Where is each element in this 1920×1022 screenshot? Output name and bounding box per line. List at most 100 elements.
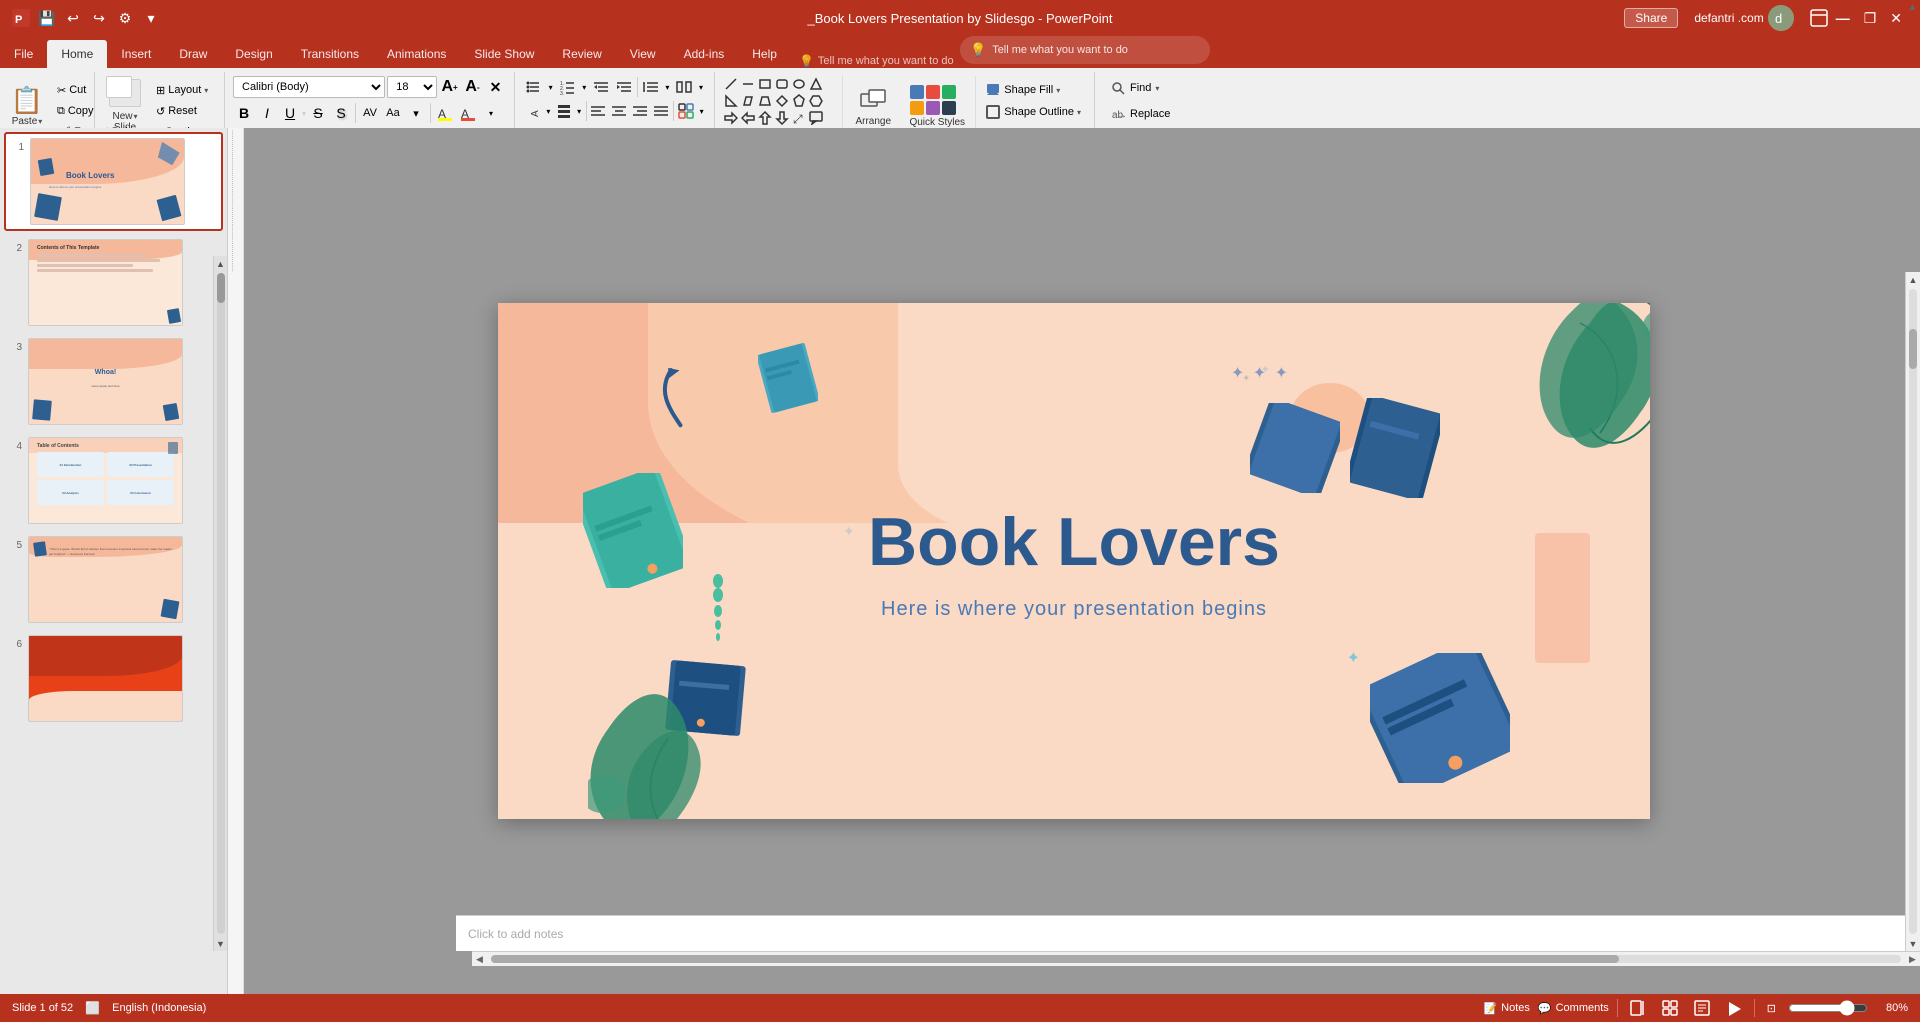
tab-help[interactable]: Help <box>738 40 791 68</box>
slide-accessibility-icon[interactable]: ⬜ <box>85 1001 100 1015</box>
align-text-button[interactable] <box>554 100 574 122</box>
tab-review[interactable]: Review <box>548 40 615 68</box>
ribbon-display-icon[interactable] <box>1810 9 1828 27</box>
tab-insert[interactable]: Insert <box>107 40 165 68</box>
tab-view[interactable]: View <box>616 40 670 68</box>
scroll-left-arrow[interactable]: ◀ <box>472 952 487 967</box>
align-right-button[interactable] <box>630 100 650 122</box>
text-highlight-button[interactable]: A <box>434 102 456 124</box>
shape-line2-btn[interactable] <box>740 76 756 92</box>
italic-button[interactable]: I <box>256 102 278 124</box>
slide-panel[interactable]: 1 Book Lovers Here is where your present… <box>0 128 228 994</box>
bold-button[interactable]: B <box>233 102 255 124</box>
shape-trapezoid-btn[interactable] <box>757 93 773 109</box>
shape-fill-button[interactable]: Shape Fill ▾ <box>980 80 1086 100</box>
notes-bar[interactable]: Click to add notes <box>456 915 1905 951</box>
slide-thumbnail-5[interactable]: 5 "This is a quote. Words full of wisdom… <box>4 532 223 627</box>
shape-pentagon-btn[interactable] <box>791 93 807 109</box>
strikethrough-button[interactable]: S <box>307 102 329 124</box>
slide-panel-scroll-down[interactable]: ▼ <box>213 936 228 951</box>
v-scroll-thumb[interactable] <box>1909 329 1917 369</box>
numbering-button[interactable]: 1.2.3. <box>557 76 579 98</box>
scroll-down-arrow[interactable]: ▼ <box>1906 936 1920 951</box>
customize-qat-icon[interactable]: ⚙ <box>116 9 134 27</box>
normal-view-button[interactable] <box>1626 996 1650 1020</box>
tab-animations[interactable]: Animations <box>373 40 460 68</box>
fit-slide-button[interactable]: ⊡ <box>1763 1000 1780 1017</box>
comments-button[interactable]: 💬 Comments <box>1538 1002 1609 1015</box>
underline-button[interactable]: U <box>279 102 301 124</box>
slide-canvas[interactable]: ✦ ✦ ✦ <box>498 303 1650 819</box>
minimize-button[interactable]: — <box>1830 8 1856 28</box>
text-direction-dd-button[interactable]: ▾ <box>544 100 553 122</box>
undo-icon[interactable]: ↩ <box>64 9 82 27</box>
columns-button[interactable] <box>673 76 695 98</box>
save-icon[interactable]: 💾 <box>38 9 56 27</box>
text-direction-button[interactable]: A <box>523 100 543 122</box>
shape-diamond-btn[interactable] <box>774 93 790 109</box>
horizontal-scrollbar[interactable]: ◀ ▶ <box>472 951 1920 966</box>
redo-icon[interactable]: ↪ <box>90 9 108 27</box>
shape-line-btn[interactable] <box>723 76 739 92</box>
tab-file[interactable]: File <box>0 40 47 68</box>
shape-up-arrow-btn[interactable] <box>757 110 773 126</box>
shape-rect-btn[interactable] <box>757 76 773 92</box>
reading-view-button[interactable] <box>1690 996 1714 1020</box>
increase-font-size-button[interactable]: A+ <box>439 76 460 98</box>
clear-format-button[interactable]: ✕ <box>485 76 506 98</box>
collapse-ribbon-button[interactable]: ▲ <box>1905 0 1920 96</box>
quick-styles-button[interactable]: Quick Styles <box>903 76 971 136</box>
h-scroll-track[interactable] <box>491 955 1901 963</box>
shape-left-arrow-btn[interactable] <box>740 110 756 126</box>
convert-to-smartart-dd-button[interactable]: ▾ <box>697 100 706 122</box>
font-color-dd-button[interactable]: ▾ <box>480 102 502 124</box>
scroll-up-arrow[interactable]: ▲ <box>1906 272 1920 287</box>
h-scroll-thumb[interactable] <box>491 955 1619 963</box>
shape-ellipse-btn[interactable] <box>791 76 807 92</box>
convert-to-smartart-button[interactable] <box>676 100 696 122</box>
language-display[interactable]: English (Indonesia) <box>112 1002 206 1014</box>
bullets-button[interactable] <box>523 76 545 98</box>
shape-right-triangle-btn[interactable] <box>723 93 739 109</box>
tab-slideshow[interactable]: Slide Show <box>460 40 548 68</box>
zoom-slider[interactable] <box>1788 1000 1868 1016</box>
font-color-button[interactable]: A <box>457 102 479 124</box>
slide-thumbnail-1[interactable]: 1 Book Lovers Here is where your present… <box>4 132 223 231</box>
tell-me-tab-search[interactable]: 💡 Tell me what you want to do <box>791 54 962 68</box>
justify-button[interactable] <box>651 100 671 122</box>
reset-button[interactable]: ↺ Reset <box>151 101 214 121</box>
tab-design[interactable]: Design <box>221 40 286 68</box>
line-spacing-dd-button[interactable]: ▾ <box>662 76 672 98</box>
decrease-font-size-button[interactable]: A- <box>462 76 483 98</box>
tab-addins[interactable]: Add-ins <box>670 40 739 68</box>
slide-thumbnail-6[interactable]: 6 <box>4 631 223 726</box>
share-button[interactable]: Share <box>1624 8 1678 28</box>
replace-button[interactable]: ab→ Replace <box>1103 102 1217 126</box>
align-center-button[interactable] <box>609 100 629 122</box>
v-scroll-track[interactable] <box>1909 289 1917 934</box>
paste-button[interactable]: 📋 Paste ▾ <box>6 76 48 136</box>
change-case-button[interactable]: Aa <box>382 102 404 124</box>
align-left-button[interactable] <box>588 100 608 122</box>
shape-parallelogram-btn[interactable] <box>740 93 756 109</box>
new-slide-button[interactable]: New ▾ Slide <box>103 76 147 136</box>
slide-thumbnail-3[interactable]: 3 Whoa! some quote text here <box>4 334 223 429</box>
vertical-scrollbar[interactable]: ▲ ▼ <box>1905 272 1920 951</box>
shape-rounded-rect-btn[interactable] <box>774 76 790 92</box>
columns-dd-button[interactable]: ▾ <box>696 76 706 98</box>
slide-sorter-button[interactable] <box>1658 996 1682 1020</box>
layout-button[interactable]: ⊞ Layout ▾ <box>151 80 214 100</box>
find-button[interactable]: Find ▾ <box>1103 76 1217 100</box>
slide-thumbnail-2[interactable]: 2 Contents of This Template <box>4 235 223 330</box>
char-spacing-button[interactable]: AV <box>359 102 381 124</box>
increase-indent-button[interactable] <box>613 76 635 98</box>
slide-panel-scrollbar[interactable]: ▲ ▼ <box>213 256 228 951</box>
shape-isosceles-triangle-btn[interactable] <box>808 76 824 92</box>
change-case-dd-button[interactable]: ▾ <box>405 102 427 124</box>
shape-down-arrow-btn[interactable] <box>774 110 790 126</box>
align-text-dd-button[interactable]: ▾ <box>575 100 584 122</box>
tab-home[interactable]: Home <box>47 40 107 68</box>
arrange-button[interactable]: Arrange <box>847 76 899 136</box>
shape-hexagon-btn[interactable] <box>808 93 824 109</box>
numbering-dd-button[interactable]: ▾ <box>579 76 589 98</box>
